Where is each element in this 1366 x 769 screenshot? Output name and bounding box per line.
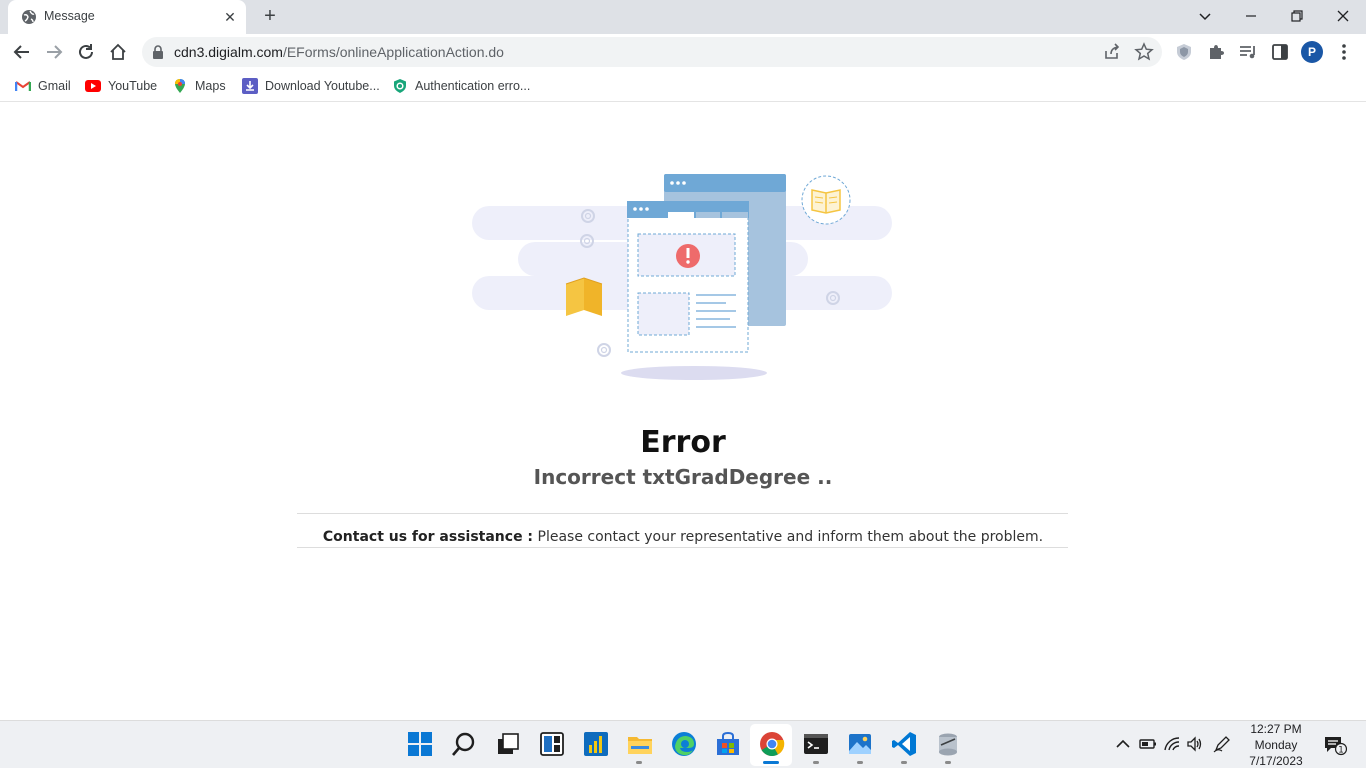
minimize-button[interactable]: [1228, 0, 1274, 32]
extensions-puzzle-icon[interactable]: [1206, 42, 1226, 62]
youtube-icon: [85, 80, 101, 92]
search-icon[interactable]: [451, 731, 477, 757]
shield-extension-icon[interactable]: [1174, 42, 1194, 62]
shield-icon: [394, 79, 406, 93]
new-tab-button[interactable]: +: [258, 5, 282, 29]
bookmark-label: Gmail: [38, 79, 71, 93]
notification-icon[interactable]: 1: [1323, 734, 1347, 756]
taskbar: 12:27 PM Monday 7/17/2023 1: [0, 720, 1366, 768]
volume-icon[interactable]: [1186, 735, 1204, 753]
microsoft-store-icon[interactable]: [715, 731, 741, 757]
bookmark-authentication-error[interactable]: Authentication erro...: [392, 76, 537, 96]
bookmarks-bar: Gmail YouTube Maps Download Youtube... A…: [0, 70, 1366, 102]
globe-icon: [22, 10, 36, 24]
browser-toolbar: cdn3.digialm.com/EForms/onlineApplicatio…: [0, 34, 1366, 70]
battery-icon[interactable]: [1139, 735, 1157, 753]
divider-bottom: [297, 547, 1068, 548]
more-menu-icon[interactable]: [1334, 42, 1354, 62]
home-button[interactable]: [104, 38, 132, 66]
vscode-icon[interactable]: [891, 731, 917, 757]
share-icon[interactable]: [1102, 42, 1122, 62]
bookmark-youtube[interactable]: YouTube: [85, 76, 161, 96]
media-queue-icon[interactable]: [1238, 42, 1258, 62]
running-indicator: [857, 761, 863, 764]
url-text[interactable]: cdn3.digialm.com/EForms/onlineApplicatio…: [174, 44, 504, 60]
close-icon: [1337, 10, 1349, 22]
divider-top: [297, 513, 1068, 514]
bookmark-label: YouTube: [108, 79, 158, 93]
side-panel-icon[interactable]: [1270, 42, 1290, 62]
bookmark-label: Download Youtube...: [265, 79, 380, 93]
widgets-icon[interactable]: [539, 731, 565, 757]
profile-avatar[interactable]: P: [1301, 41, 1323, 63]
bookmark-gmail[interactable]: Gmail: [15, 76, 75, 96]
url-host: cdn3.digialm.com: [174, 44, 283, 60]
close-window-button[interactable]: [1320, 0, 1366, 32]
tab-title: Message: [44, 9, 95, 23]
error-message: Incorrect txtGradDegree ..: [533, 465, 833, 489]
url-path: /EForms/onlineApplicationAction.do: [282, 44, 504, 60]
reload-icon: [79, 44, 93, 59]
edge-icon[interactable]: [671, 731, 697, 757]
pen-icon[interactable]: [1213, 735, 1231, 753]
page-content: Error Incorrect txtGradDegree .. Contact…: [0, 103, 1366, 720]
tab-search-button[interactable]: [1182, 0, 1228, 32]
chevron-up-icon[interactable]: [1114, 735, 1132, 753]
task-view-icon[interactable]: [495, 731, 521, 757]
contact-label: Contact us for assistance :: [322, 529, 534, 545]
running-indicator: [901, 761, 907, 764]
bookmark-star-icon[interactable]: [1134, 42, 1154, 62]
chrome-icon[interactable]: [759, 731, 785, 757]
clock[interactable]: 12:27 PM Monday 7/17/2023: [1238, 721, 1314, 769]
chevron-down-icon: [1199, 13, 1211, 21]
back-button[interactable]: [8, 38, 36, 66]
maps-icon: [175, 79, 185, 93]
notification-count: 1: [1338, 746, 1344, 756]
tab-message[interactable]: Message ✕: [8, 0, 246, 34]
clock-date: 7/17/2023: [1249, 754, 1303, 768]
bookmark-label: Maps: [195, 79, 226, 93]
home-icon: [110, 43, 126, 60]
active-indicator: [763, 761, 779, 764]
bookmark-maps[interactable]: Maps: [172, 76, 232, 96]
restore-button[interactable]: [1274, 0, 1320, 32]
power-bi-icon[interactable]: [583, 731, 609, 757]
photos-icon[interactable]: [847, 731, 873, 757]
terminal-icon[interactable]: [803, 731, 829, 757]
address-bar[interactable]: cdn3.digialm.com/EForms/onlineApplicatio…: [142, 37, 1162, 67]
error-title: Error: [640, 425, 726, 460]
bookmark-download-youtube[interactable]: Download Youtube...: [242, 76, 382, 96]
lock-icon[interactable]: [152, 45, 164, 59]
file-explorer-icon[interactable]: [627, 731, 653, 757]
windows-start-icon[interactable]: [407, 731, 433, 757]
restore-icon: [1291, 10, 1303, 22]
contact-info: Contact us for assistance : Please conta…: [0, 529, 1366, 545]
clock-time: 12:27 PM: [1250, 722, 1302, 736]
gmail-icon: [15, 81, 31, 91]
wifi-icon[interactable]: [1163, 735, 1181, 753]
bookmark-label: Authentication erro...: [415, 79, 531, 93]
close-tab-icon[interactable]: ✕: [220, 7, 240, 27]
reload-button[interactable]: [72, 38, 100, 66]
contact-text: Please contact your representative and i…: [533, 529, 1044, 545]
minimize-icon: [1246, 15, 1256, 17]
database-tool-icon[interactable]: [935, 731, 961, 757]
running-indicator: [945, 761, 951, 764]
running-indicator: [636, 761, 642, 764]
download-icon: [242, 78, 258, 94]
clock-day: Monday: [1254, 738, 1298, 752]
forward-button[interactable]: [40, 38, 68, 66]
error-illustration: [472, 174, 894, 380]
running-indicator: [813, 761, 819, 764]
back-arrow-icon: [13, 45, 29, 59]
tab-strip: Message ✕ +: [0, 0, 1366, 34]
forward-arrow-icon: [47, 45, 63, 59]
